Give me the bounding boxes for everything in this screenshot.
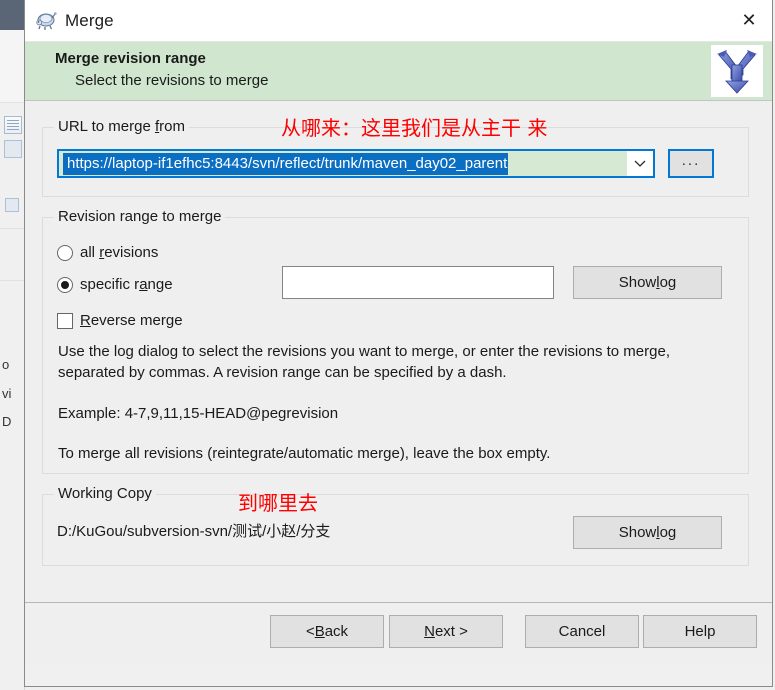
- checkbox-reverse-merge[interactable]: Reverse merge: [57, 312, 183, 329]
- dialog-content: URL to merge from https://laptop-if1efhc…: [25, 101, 772, 663]
- annotation-source: 从哪来：这里我们是从主干 来: [281, 116, 548, 140]
- help-text-3: To merge all revisions (reintegrate/auto…: [58, 445, 551, 462]
- url-combobox-field[interactable]: https://laptop-if1efhc5:8443/svn/reflect…: [59, 151, 627, 176]
- background-text: D: [2, 414, 12, 429]
- background-divider: [0, 228, 24, 229]
- revision-range-group-label: Revision range to merge: [54, 208, 226, 225]
- merge-dialog: Merge ✕ Merge revision range Select the …: [24, 0, 773, 687]
- help-text-1: Use the log dialog to select the revisio…: [58, 343, 670, 381]
- checkbox-reverse-merge-label: Reverse merge: [80, 312, 183, 329]
- revision-range-group: Revision range to merge all revisions sp…: [42, 208, 749, 474]
- working-copy-group-label: Working Copy: [54, 485, 156, 502]
- banner-title: Merge revision range: [55, 50, 206, 67]
- show-log-button-working-copy[interactable]: Show l og: [573, 516, 722, 549]
- panel-icon[interactable]: [4, 140, 22, 158]
- radio-specific-range-indicator: [57, 276, 73, 293]
- cancel-button[interactable]: Cancel: [525, 615, 639, 648]
- background-window-toolbar: [0, 30, 24, 103]
- background-divider: [0, 280, 24, 281]
- url-group-label: URL to merge from: [54, 118, 189, 135]
- background-text: o: [2, 357, 10, 372]
- document-icon[interactable]: [4, 116, 22, 134]
- url-combobox[interactable]: https://laptop-if1efhc5:8443/svn/reflect…: [57, 149, 655, 178]
- next-button[interactable]: Next >: [389, 615, 503, 648]
- checkbox-reverse-merge-indicator: [57, 312, 73, 329]
- browse-button[interactable]: ...: [668, 149, 714, 178]
- back-button[interactable]: < Back: [270, 615, 384, 648]
- screen: o vi D Merge ✕ Merge revision range Sele…: [0, 0, 775, 690]
- annotation-target: 到哪里去: [238, 491, 318, 515]
- small-panel-icon[interactable]: [5, 198, 19, 212]
- close-icon[interactable]: ✕: [726, 0, 772, 40]
- url-value: https://laptop-if1efhc5:8443/svn/reflect…: [63, 152, 509, 175]
- dialog-title: Merge: [65, 10, 114, 30]
- radio-specific-range-label: specific range: [80, 276, 173, 293]
- background-window[interactable]: o vi D: [0, 0, 25, 690]
- background-window-titlebar: [0, 0, 24, 30]
- revision-range-input[interactable]: [282, 266, 554, 299]
- working-copy-group: Working Copy D:/KuGou/subversion-svn/测试/…: [42, 485, 749, 566]
- radio-all-revisions-indicator: [57, 244, 73, 261]
- merge-arrow-icon: [711, 45, 763, 97]
- chevron-down-icon[interactable]: [627, 151, 653, 176]
- working-copy-path: D:/KuGou/subversion-svn/测试/小赵/分支: [57, 523, 331, 540]
- background-text: vi: [2, 386, 12, 401]
- radio-specific-range[interactable]: specific range: [57, 276, 173, 293]
- radio-all-revisions[interactable]: all revisions: [57, 244, 158, 261]
- help-button[interactable]: Help: [643, 615, 757, 648]
- banner-subtitle: Select the revisions to merge: [75, 72, 269, 89]
- tortoisesvn-turtle-icon: [35, 11, 57, 31]
- dialog-titlebar: Merge ✕: [25, 0, 772, 42]
- show-log-button-revisions[interactable]: Show l og: [573, 266, 722, 299]
- help-text-2: Example: 4-7,9,11,15-HEAD@pegrevision: [58, 405, 339, 422]
- dialog-footer: < Back Next > Cancel Help: [25, 602, 772, 663]
- radio-all-revisions-label: all revisions: [80, 244, 159, 261]
- wizard-banner: Merge revision range Select the revision…: [25, 42, 772, 101]
